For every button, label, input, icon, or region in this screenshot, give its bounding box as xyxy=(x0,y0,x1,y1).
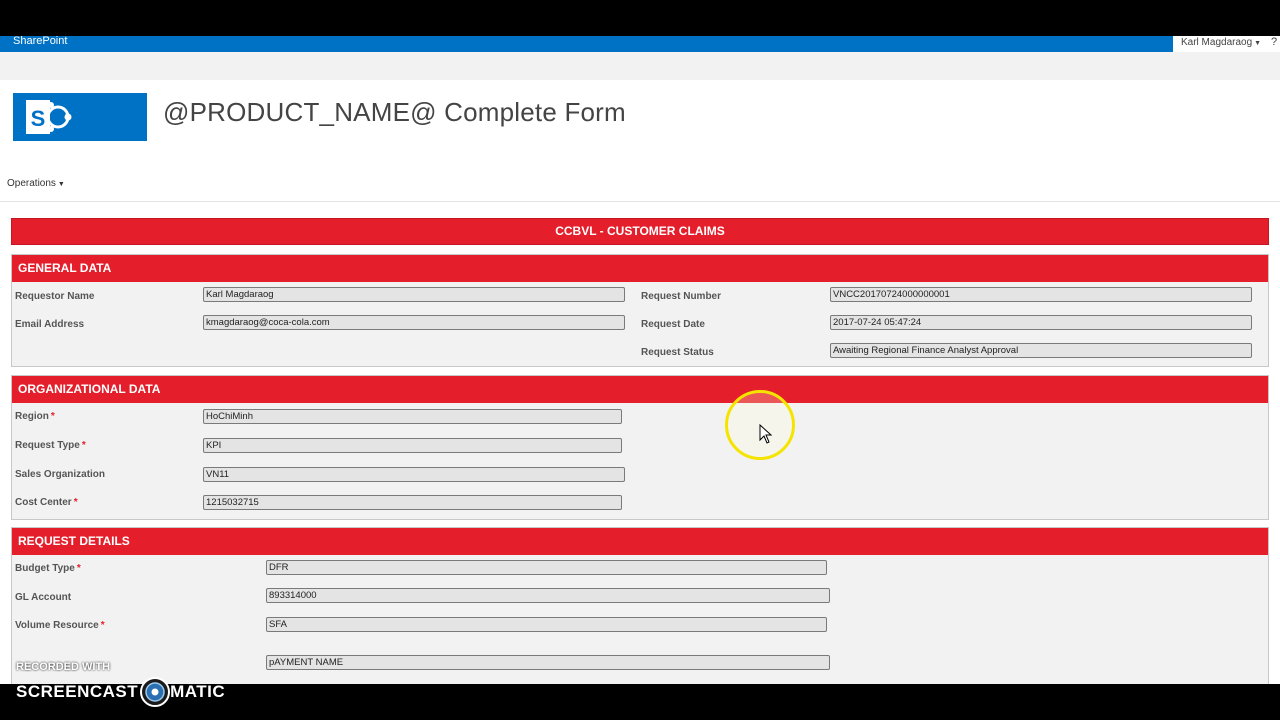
sales-organization-field[interactable]: VN11 xyxy=(203,467,625,482)
ribbon-bar xyxy=(0,52,1280,80)
requestor-name-label: Requestor Name xyxy=(15,291,95,302)
operations-label: Operations xyxy=(7,178,56,189)
email-address-field[interactable]: kmagdaraog@coca-cola.com xyxy=(203,315,625,330)
organizational-data-section: ORGANIZATIONAL DATA Region * HoChiMinh Re… xyxy=(11,375,1269,520)
budget-type-field[interactable]: DFR xyxy=(266,560,827,575)
budget-type-label: Budget Type * xyxy=(15,563,81,574)
volume-resource-field[interactable]: SFA xyxy=(266,617,827,632)
browser-viewport: SharePoint Karl Magdaraog ▼ ? S @PRODUCT_… xyxy=(0,36,1280,684)
volume-resource-label: Volume Resource * xyxy=(15,620,105,631)
region-label: Region * xyxy=(15,411,55,422)
mouse-pointer-icon xyxy=(759,424,773,444)
request-details-section: REQUEST DETAILS Budget Type * DFR GL Acco… xyxy=(11,527,1269,684)
user-menu[interactable]: Karl Magdaraog ▼ xyxy=(1181,36,1261,51)
cost-center-label: Cost Center * xyxy=(15,497,78,508)
chevron-down-icon: ▼ xyxy=(1254,40,1262,47)
sharepoint-brand-bar[interactable]: SharePoint xyxy=(0,36,1173,52)
screencast-logo-icon xyxy=(140,677,170,707)
gl-account-field[interactable]: 893314000 xyxy=(266,588,830,603)
header-divider xyxy=(0,201,1280,202)
section-heading: REQUEST DETAILS xyxy=(12,528,1268,555)
video-frame: SharePoint Karl Magdaraog ▼ ? S @PRODUCT_… xyxy=(0,0,1280,720)
region-field[interactable]: HoChiMinh xyxy=(203,409,622,424)
request-type-field[interactable]: KPI xyxy=(203,438,622,453)
watermark-left-text: SCREENCAST xyxy=(16,682,139,701)
watermark-recorded-with: RECORDED WITH xyxy=(16,661,111,673)
email-address-label: Email Address xyxy=(15,319,85,330)
chevron-down-icon: ▼ xyxy=(57,181,65,188)
section-heading: ORGANIZATIONAL DATA xyxy=(12,376,1268,403)
suite-bar: SharePoint Karl Magdaraog ▼ ? xyxy=(0,36,1280,52)
gl-account-label: GL Account xyxy=(15,592,72,603)
section-heading: GENERAL DATA xyxy=(12,255,1268,282)
cost-center-field[interactable]: 1215032715 xyxy=(203,495,622,510)
payment-name-field[interactable]: pAYMENT NAME xyxy=(266,655,830,670)
sharepoint-icon: S xyxy=(26,100,72,134)
watermark-logo-text: SCREENCAST MATIC xyxy=(16,682,225,702)
request-number-label: Request Number xyxy=(641,291,722,302)
help-icon[interactable]: ? xyxy=(1271,36,1277,48)
sharepoint-logo[interactable]: S xyxy=(13,93,147,141)
sales-organization-label: Sales Organization xyxy=(15,469,106,480)
request-type-label: Request Type * xyxy=(15,440,86,451)
request-status-field[interactable]: Awaiting Regional Finance Analyst Approv… xyxy=(830,343,1252,358)
page-title: @PRODUCT_NAME@ Complete Form xyxy=(163,97,626,127)
request-number-field[interactable]: VNCC20170724000000001 xyxy=(830,287,1252,302)
request-date-label: Request Date xyxy=(641,319,705,330)
general-data-section: GENERAL DATA Requestor Name Karl Magdara… xyxy=(11,254,1269,367)
watermark-right-text: MATIC xyxy=(170,682,226,701)
svg-text:S: S xyxy=(31,106,46,131)
request-status-label: Request Status xyxy=(641,347,714,358)
user-name: Karl Magdaraog xyxy=(1181,37,1253,48)
request-date-field[interactable]: 2017-07-24 05:47:24 xyxy=(830,315,1252,330)
brand-label: SharePoint xyxy=(13,36,68,47)
operations-menu[interactable]: Operations ▼ xyxy=(7,178,65,189)
requestor-name-field[interactable]: Karl Magdaraog xyxy=(203,287,625,302)
form-title-banner: CCBVL - CUSTOMER CLAIMS xyxy=(11,218,1269,245)
